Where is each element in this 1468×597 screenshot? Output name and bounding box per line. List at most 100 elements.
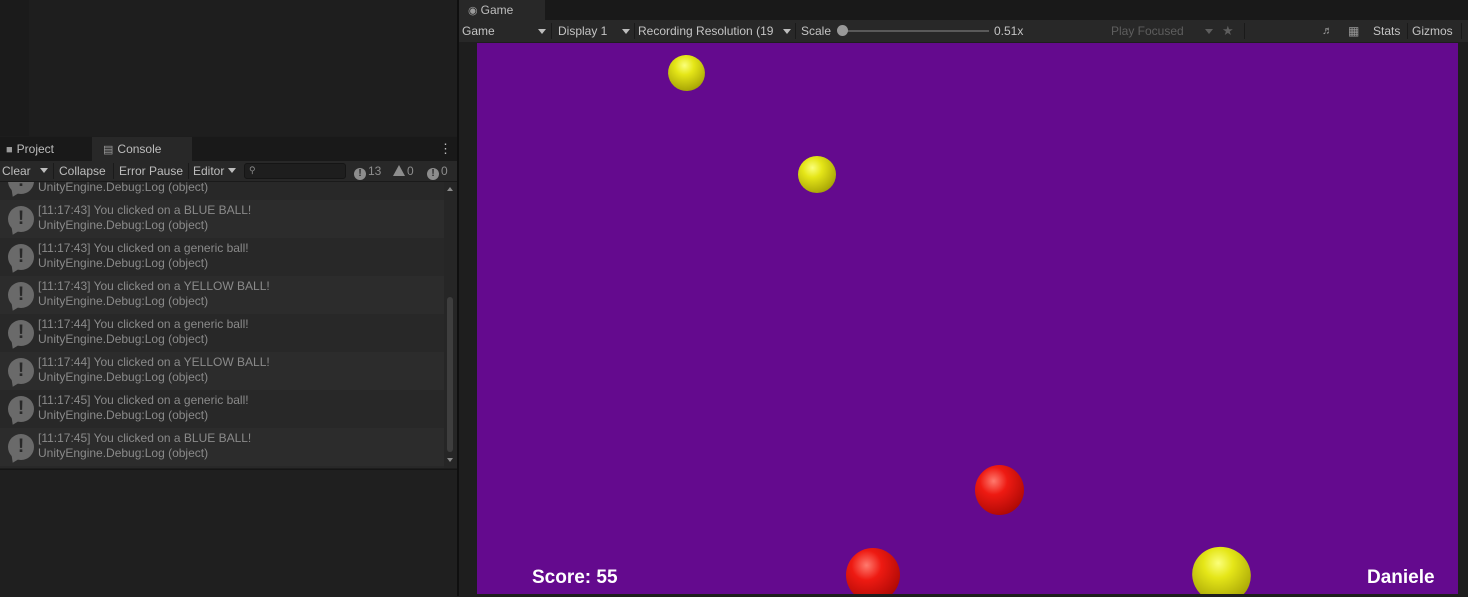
gamepad-icon: ◉ bbox=[468, 5, 478, 17]
console-tab-bar: ■ Project ▤ Console ⋮ bbox=[0, 137, 457, 161]
yellow-ball[interactable] bbox=[662, 49, 711, 97]
keyboard-icon[interactable]: ▦ bbox=[1348, 20, 1359, 42]
red-ball[interactable] bbox=[846, 548, 900, 594]
log-info-icon: ! bbox=[8, 358, 34, 384]
tab-game[interactable]: ◉ Game bbox=[459, 0, 545, 20]
view-dropdown[interactable]: Game bbox=[462, 20, 548, 42]
log-stacktrace: UnityEngine.Debug:Log (object) bbox=[38, 446, 209, 460]
info-icon: ! bbox=[354, 168, 366, 180]
warning-icon bbox=[393, 165, 405, 176]
console-log-list: ! UnityEngine.Debug:Log (object) ! [11:1… bbox=[0, 182, 444, 468]
game-viewport[interactable]: Score: 55 Daniele bbox=[477, 43, 1458, 594]
log-stacktrace: UnityEngine.Debug:Log (object) bbox=[38, 408, 209, 422]
search-input[interactable] bbox=[244, 163, 346, 179]
resolution-dropdown-label: Recording Resolution (19 bbox=[638, 24, 774, 38]
log-info-icon: ! bbox=[8, 320, 34, 346]
play-mode-dropdown[interactable]: Play Focused bbox=[1111, 20, 1215, 42]
chevron-down-icon bbox=[538, 29, 546, 34]
chevron-down-icon bbox=[622, 29, 630, 34]
tab-console[interactable]: ▤ Console bbox=[92, 137, 192, 161]
search-icon: ⚲ bbox=[249, 165, 256, 175]
chevron-down-icon bbox=[227, 168, 236, 173]
log-info-icon: ! bbox=[8, 282, 34, 308]
log-count: 13 bbox=[368, 164, 382, 178]
red-ball[interactable] bbox=[975, 465, 1024, 515]
error-pause-button[interactable]: Error Pause bbox=[119, 161, 183, 181]
log-stacktrace: UnityEngine.Debug:Log (object) bbox=[38, 294, 209, 308]
yellow-ball[interactable] bbox=[798, 156, 836, 193]
log-message: [11:17:43] You clicked on a BLUE BALL! bbox=[38, 203, 252, 217]
bug-icon[interactable]: ★ bbox=[1222, 20, 1234, 42]
tab-project[interactable]: ■ Project bbox=[0, 137, 92, 161]
log-message: [11:17:44] You clicked on a generic ball… bbox=[38, 317, 249, 331]
game-toolbar: Game Display 1 Recording Resolution (19 … bbox=[459, 20, 1468, 43]
log-message: [11:17:45] You clicked on a generic ball… bbox=[38, 393, 249, 407]
editor-dropdown-label: Editor bbox=[193, 164, 225, 178]
log-entry[interactable]: ! [11:17:44] You clicked on a YELLOW BAL… bbox=[0, 352, 444, 390]
yellow-ball[interactable] bbox=[1184, 538, 1259, 594]
scale-slider-track[interactable] bbox=[844, 30, 989, 32]
console-detail-pane bbox=[0, 469, 457, 597]
play-mode-label: Play Focused bbox=[1111, 24, 1184, 38]
scale-label: Scale bbox=[801, 24, 832, 38]
chevron-down-icon bbox=[1205, 29, 1213, 34]
log-info-icon: ! bbox=[8, 434, 34, 460]
log-entry[interactable]: ! [11:17:44] You clicked on a generic ba… bbox=[0, 314, 444, 352]
log-info-icon: ! bbox=[8, 206, 34, 232]
hierarchy-panel bbox=[0, 0, 457, 136]
log-stacktrace: UnityEngine.Debug:Log (object) bbox=[38, 182, 209, 194]
player-name-text: Daniele bbox=[1367, 567, 1435, 588]
game-tab-bar: ◉ Game bbox=[459, 0, 1468, 20]
log-message: [11:17:44] You clicked on a YELLOW BALL! bbox=[38, 355, 270, 369]
tab-project-label: Project bbox=[16, 142, 55, 156]
error-icon: ! bbox=[427, 168, 439, 180]
log-stacktrace: UnityEngine.Debug:Log (object) bbox=[38, 370, 209, 384]
more-options-icon[interactable]: ⋮ bbox=[439, 137, 452, 161]
log-entry[interactable]: ! [11:17:43] You clicked on a YELLOW BAL… bbox=[0, 276, 444, 314]
chevron-down-icon bbox=[783, 29, 791, 34]
log-entry[interactable]: ! [11:17:45] You clicked on a generic ba… bbox=[0, 390, 444, 428]
log-entry[interactable]: ! [11:17:45] You clicked on a BLUE BALL!… bbox=[0, 428, 444, 466]
warning-count: 0 bbox=[407, 164, 414, 178]
scroll-up-icon[interactable] bbox=[447, 187, 453, 191]
log-entry[interactable]: ! [11:17:43] You clicked on a BLUE BALL!… bbox=[0, 200, 444, 238]
log-info-icon: ! bbox=[8, 396, 34, 422]
clear-dropdown[interactable] bbox=[40, 161, 48, 181]
console-toolbar: Clear Collapse Error Pause Editor ⚲ ! 13 … bbox=[0, 161, 457, 182]
log-scrollbar[interactable] bbox=[444, 182, 457, 468]
log-entry[interactable]: ! UnityEngine.Debug:Log (object) bbox=[0, 182, 444, 200]
chevron-down-icon bbox=[40, 168, 48, 173]
error-count-toggle[interactable]: ! 0 bbox=[427, 163, 448, 180]
tab-console-label: Console bbox=[117, 142, 162, 156]
display-dropdown[interactable]: Display 1 bbox=[558, 20, 632, 42]
display-dropdown-label: Display 1 bbox=[558, 24, 608, 38]
log-stacktrace: UnityEngine.Debug:Log (object) bbox=[38, 332, 209, 346]
log-count-toggle[interactable]: ! 13 bbox=[354, 163, 382, 180]
error-count: 0 bbox=[441, 164, 448, 178]
editor-dropdown[interactable]: Editor bbox=[193, 161, 236, 181]
view-dropdown-label: Game bbox=[462, 24, 495, 38]
log-scroll-thumb[interactable] bbox=[447, 297, 453, 452]
log-message: [11:17:43] You clicked on a generic ball… bbox=[38, 241, 249, 255]
log-stacktrace: UnityEngine.Debug:Log (object) bbox=[38, 256, 209, 270]
tab-game-label: Game bbox=[480, 3, 514, 17]
score-text: Score: 55 bbox=[532, 567, 618, 588]
log-stacktrace: UnityEngine.Debug:Log (object) bbox=[38, 218, 209, 232]
warning-count-toggle[interactable]: 0 bbox=[393, 163, 414, 179]
scroll-down-icon[interactable] bbox=[447, 458, 453, 462]
mute-audio-icon[interactable]: ♬ bbox=[1322, 20, 1333, 42]
log-entry[interactable]: ! [11:17:43] You clicked on a generic ba… bbox=[0, 238, 444, 276]
clear-button[interactable]: Clear bbox=[2, 161, 31, 181]
log-message: [11:17:43] You clicked on a YELLOW BALL! bbox=[38, 279, 270, 293]
game-view-edge bbox=[1458, 43, 1468, 594]
scale-value: 0.51x bbox=[994, 24, 1024, 38]
log-info-icon: ! bbox=[8, 244, 34, 270]
log-message: [11:17:45] You clicked on a BLUE BALL! bbox=[38, 431, 252, 445]
scale-slider-handle[interactable] bbox=[837, 25, 848, 36]
stats-button[interactable]: Stats bbox=[1373, 20, 1400, 42]
console-icon: ▤ bbox=[103, 144, 114, 156]
resolution-dropdown[interactable]: Recording Resolution (19 bbox=[638, 20, 792, 42]
collapse-button[interactable]: Collapse bbox=[59, 161, 106, 181]
folder-icon: ■ bbox=[6, 144, 13, 156]
gizmos-button[interactable]: Gizmos bbox=[1412, 20, 1453, 42]
